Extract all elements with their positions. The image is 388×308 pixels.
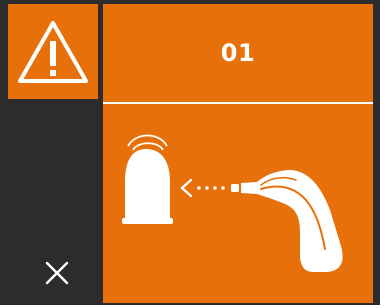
instruction-illustration	[122, 134, 343, 272]
error-code-area: 01	[103, 4, 373, 102]
device-screen: 01	[0, 0, 380, 305]
warning-panel	[8, 4, 98, 99]
error-code: 01	[220, 39, 256, 67]
arrow-left-dotted-icon	[180, 178, 225, 198]
ear-thermometer-icon	[231, 170, 343, 272]
close-x-icon	[45, 261, 69, 285]
message-panel: 01	[103, 4, 373, 303]
warning-triangle-icon	[18, 20, 88, 83]
ear-probe-cover-icon	[122, 134, 173, 224]
close-button[interactable]	[40, 256, 74, 290]
